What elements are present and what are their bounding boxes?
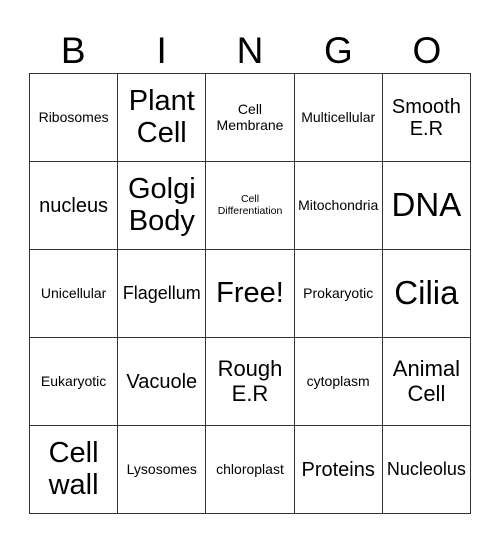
bingo-cell[interactable]: cytoplasm bbox=[294, 338, 383, 426]
free-space-cell[interactable]: Free! bbox=[206, 250, 295, 338]
bingo-card: Ribosomes Plant Cell Cell Membrane Multi… bbox=[29, 73, 471, 514]
bingo-cell[interactable]: Mitochondria bbox=[294, 162, 383, 250]
bingo-cell[interactable]: Prokaryotic bbox=[294, 250, 383, 338]
bingo-cell[interactable]: Cell Membrane bbox=[206, 74, 295, 162]
bingo-cell[interactable]: Lysosomes bbox=[118, 426, 207, 514]
bingo-cell[interactable]: Smooth E.R bbox=[382, 74, 471, 162]
bingo-cell[interactable]: nucleus bbox=[30, 162, 119, 250]
header-letter-b: B bbox=[60, 30, 86, 71]
bingo-cell[interactable]: Animal Cell bbox=[382, 338, 471, 426]
bingo-cell[interactable]: Nucleolus bbox=[382, 426, 471, 514]
bingo-cell[interactable]: chloroplast bbox=[206, 426, 295, 514]
bingo-header: B I N G O bbox=[29, 30, 471, 72]
bingo-cell[interactable]: DNA bbox=[382, 162, 471, 250]
header-letter-g: G bbox=[324, 30, 353, 71]
bingo-cell[interactable]: Proteins bbox=[294, 426, 383, 514]
bingo-cell[interactable]: Unicellular bbox=[30, 250, 119, 338]
bingo-cell[interactable]: Rough E.R bbox=[206, 338, 295, 426]
bingo-cell[interactable]: Flagellum bbox=[118, 250, 207, 338]
header-letter-n: N bbox=[236, 30, 264, 71]
bingo-cell[interactable]: Cell wall bbox=[30, 426, 119, 514]
bingo-cell[interactable]: Golgi Body bbox=[118, 162, 207, 250]
header-letter-o: O bbox=[412, 30, 442, 71]
bingo-cell[interactable]: Eukaryotic bbox=[30, 338, 119, 426]
bingo-cell[interactable]: Cell Differentiation bbox=[206, 162, 295, 250]
bingo-cell[interactable]: Multicellular bbox=[294, 74, 383, 162]
header-letter-i: I bbox=[156, 30, 167, 71]
bingo-cell[interactable]: Vacuole bbox=[118, 338, 207, 426]
bingo-cell[interactable]: Cilia bbox=[382, 250, 471, 338]
bingo-cell[interactable]: Ribosomes bbox=[30, 74, 119, 162]
bingo-cell[interactable]: Plant Cell bbox=[118, 74, 207, 162]
